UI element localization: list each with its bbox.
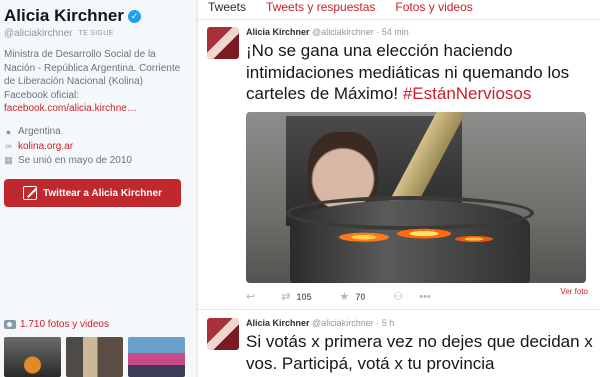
photos-videos-label: 1.710 fotos y videos <box>20 319 109 330</box>
follows-you-badge: TE SIGUE <box>78 30 114 37</box>
photos-videos-link[interactable]: 1.710 fotos y videos <box>4 319 109 330</box>
tab-photos-and-videos[interactable]: Fotos y videos <box>395 0 472 19</box>
view-photo-link[interactable]: Ver foto <box>560 287 588 296</box>
more-button[interactable]: ••• <box>419 291 431 303</box>
tweet[interactable]: Alicia Kirchner @aliciakirchner · 5 h Si… <box>198 311 600 377</box>
tweet-time[interactable]: 5 h <box>382 318 395 328</box>
follow-icon: ⚇ <box>393 291 404 303</box>
joined-text: Se unió en mayo de 2010 <box>18 155 132 167</box>
tweet-text: ¡No se gana una elección haciendo intimi… <box>246 40 596 105</box>
tweet-author[interactable]: Alicia Kirchner <box>246 27 310 37</box>
joined-row: ▦ Se unió en mayo de 2010 <box>4 154 192 169</box>
tweet-author[interactable]: Alicia Kirchner <box>246 318 310 328</box>
bio-facebook-link[interactable]: facebook.com/alicia.kirchne… <box>4 102 190 116</box>
tweet-dot: · <box>376 318 380 328</box>
tweet-handle[interactable]: @aliciakirchner <box>312 27 374 37</box>
media-thumbnail[interactable] <box>128 337 185 377</box>
timeline-tabs: Tweets Tweets y respuestas Fotos y video… <box>198 0 600 20</box>
bio-line: Ministra de Desarrollo Social de la <box>4 49 156 60</box>
tweet-time[interactable]: 54 min <box>382 27 409 37</box>
tweet-handle[interactable]: @aliciakirchner <box>312 318 374 328</box>
tweet-header: Alicia Kirchner @aliciakirchner · 5 h <box>246 318 394 328</box>
tweet-photo[interactable] <box>246 112 586 283</box>
location-row: ● Argentina <box>4 125 192 140</box>
profile-name[interactable]: Alicia Kirchner <box>4 6 124 26</box>
location-pin-icon: ● <box>5 126 12 137</box>
tweet-dot: · <box>376 27 380 37</box>
timeline: Tweets Tweets y respuestas Fotos y video… <box>198 0 600 377</box>
tweet[interactable]: Alicia Kirchner @aliciakirchner · 54 min… <box>198 20 600 310</box>
retweet-icon: ⇄ <box>281 291 291 303</box>
avatar[interactable] <box>207 318 239 350</box>
tweet-text: Si votás x primera vez no dejes que deci… <box>246 331 596 374</box>
retweet-count: 105 <box>296 291 312 302</box>
tweet-actions: ↩ ⇄ 105 ★ 70 ⚇ ••• <box>246 290 431 304</box>
quill-icon <box>23 186 38 200</box>
reply-button[interactable]: ↩ <box>246 290 255 303</box>
calendar-icon: ▦ <box>4 155 13 166</box>
profile-name-row: Alicia Kirchner ✓ <box>4 6 192 26</box>
profile-bio: Ministra de Desarrollo Social de la Naci… <box>4 48 190 116</box>
tab-tweets[interactable]: Tweets <box>208 0 246 19</box>
avatar[interactable] <box>207 27 239 59</box>
favorite-button[interactable]: ★ 70 <box>339 290 365 303</box>
media-thumbnail[interactable] <box>4 337 61 377</box>
bio-line: Facebook oficial: <box>4 89 80 101</box>
bio-line: Nación - República Argentina. Corriente <box>4 62 181 74</box>
retweet-button[interactable]: ⇄ 105 <box>281 290 311 303</box>
tweet-to-button[interactable]: Twittear a Alicia Kirchner <box>4 179 181 207</box>
tweet-hashtag[interactable]: #EstánNerviosos <box>403 84 532 103</box>
photo-flames <box>304 212 504 248</box>
website-row: ∞ kolina.org.ar <box>4 139 192 154</box>
link-icon: ∞ <box>5 141 12 152</box>
camera-icon <box>4 320 16 329</box>
tweet-to-button-label: Twittear a Alicia Kirchner <box>43 187 162 199</box>
media-thumbnail[interactable] <box>66 337 123 377</box>
tweet-body: Si votás x primera vez no dejes que deci… <box>246 332 593 373</box>
profile-meta: ● Argentina ∞ kolina.org.ar ▦ Se unió en… <box>4 125 192 169</box>
follow-button[interactable]: ⚇ <box>393 290 403 303</box>
reply-icon: ↩ <box>246 291 256 303</box>
star-icon: ★ <box>339 291 350 303</box>
profile-handle[interactable]: @aliciakirchner <box>4 28 73 39</box>
tweet-header: Alicia Kirchner @aliciakirchner · 54 min <box>246 27 409 37</box>
verified-badge-icon: ✓ <box>128 9 141 23</box>
tab-tweets-and-replies[interactable]: Tweets y respuestas <box>266 0 375 19</box>
more-icon: ••• <box>419 290 431 303</box>
website-link[interactable]: kolina.org.ar <box>18 141 73 152</box>
media-thumbnails <box>4 337 185 377</box>
location-text: Argentina <box>18 126 61 138</box>
profile-sidebar: Alicia Kirchner ✓ @aliciakirchner TE SIG… <box>0 0 196 377</box>
profile-handle-row: @aliciakirchner TE SIGUE <box>4 28 192 39</box>
favorite-count: 70 <box>355 291 366 302</box>
bio-line: de Liberación Nacional (Kolina) <box>4 76 143 87</box>
